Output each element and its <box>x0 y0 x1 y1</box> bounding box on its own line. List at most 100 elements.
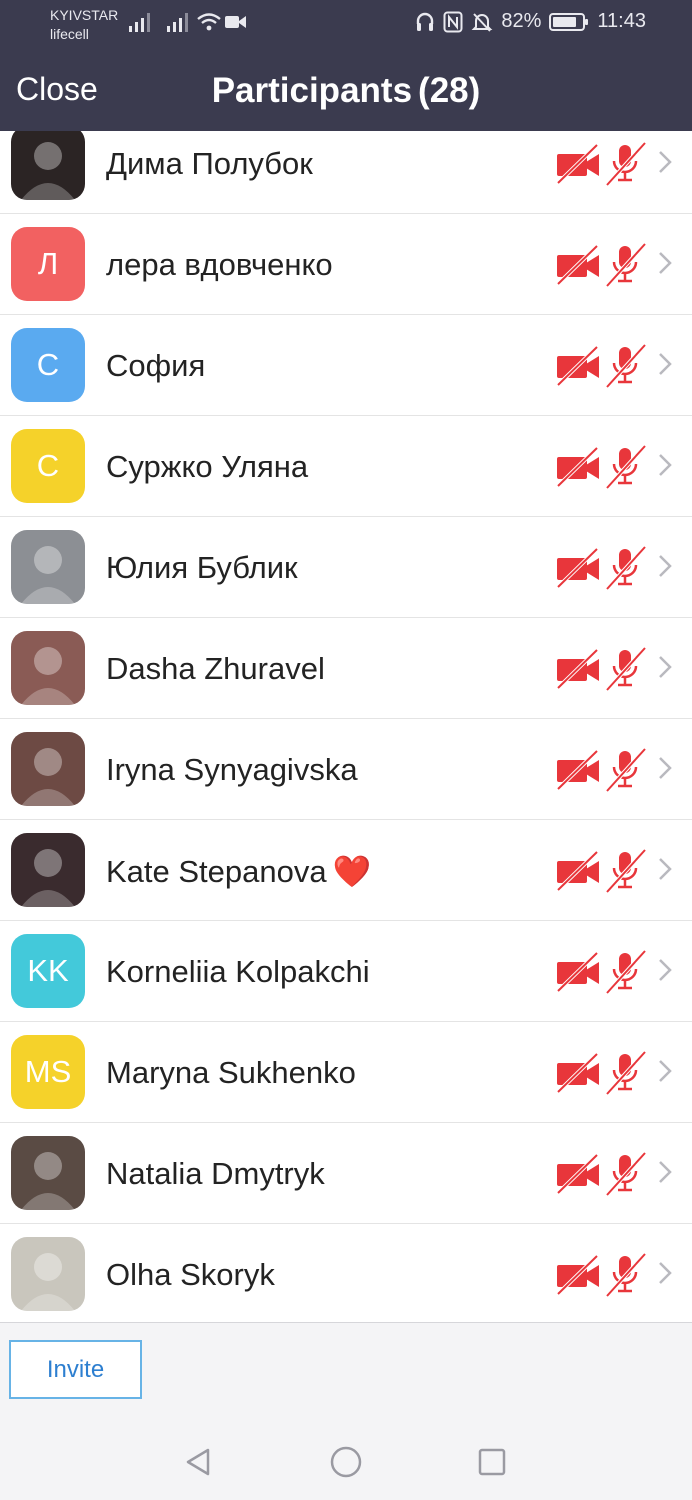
avatar-initials-text: Л <box>37 246 59 281</box>
video-off-icon <box>556 1153 599 1195</box>
participant-name: Суржко Уляна <box>106 449 308 485</box>
participant-name-text: Kate Stepanova <box>106 854 327 889</box>
chevron-right-icon[interactable] <box>657 1260 673 1291</box>
participant-name-text: Maryna Sukhenko <box>106 1055 356 1090</box>
avatar-photo <box>11 1136 85 1210</box>
avatar-photo <box>11 131 85 200</box>
bell-off-icon <box>471 12 493 32</box>
participant-name-text: Дима Полубок <box>106 146 313 181</box>
chevron-right-icon[interactable] <box>657 755 673 786</box>
participant-row[interactable]: Юлия Бублик <box>0 517 692 618</box>
avatar-photo <box>11 732 85 806</box>
participant-row[interactable]: С Суржко Уляна <box>0 416 692 517</box>
chevron-right-icon[interactable] <box>657 654 673 685</box>
carrier-name-1: KYIVSTAR <box>50 7 119 23</box>
video-off-icon <box>556 1254 599 1296</box>
participant-row[interactable]: Iryna Synyagivska <box>0 719 692 820</box>
avatar-initials-text: MS <box>24 1054 72 1089</box>
home-icon[interactable] <box>328 1444 364 1480</box>
participant-row[interactable]: Olha Skoryk <box>0 1224 692 1322</box>
participant-name: Kate Stepanova ❤️ <box>106 853 371 890</box>
back-icon[interactable] <box>180 1444 216 1480</box>
participant-name: Dasha Zhuravel <box>106 651 325 687</box>
chevron-right-icon[interactable] <box>657 553 673 584</box>
avatar-photo <box>11 530 85 604</box>
carrier-info: KYIVSTAR lifecell <box>50 6 118 44</box>
video-off-icon <box>556 1052 599 1094</box>
page-title: Participants (28) <box>0 71 692 111</box>
mic-off-icon <box>605 949 647 995</box>
battery-fill <box>553 16 577 27</box>
chevron-right-icon[interactable] <box>657 452 673 483</box>
mic-off-icon <box>605 545 647 591</box>
nfc-icon <box>443 11 463 32</box>
title-text: Participants <box>211 71 413 110</box>
wifi-icon <box>197 13 221 31</box>
avatar-initials: Л <box>11 227 85 301</box>
participant-name-text: Юлия Бублик <box>106 550 298 585</box>
participant-name: Юлия Бублик <box>106 550 298 586</box>
battery-percent: 82% <box>501 10 542 32</box>
mic-off-icon <box>605 444 647 490</box>
participant-name: Maryna Sukhenko <box>106 1055 356 1091</box>
participant-name: Natalia Dmytryk <box>106 1156 325 1192</box>
participant-row[interactable]: MS Maryna Sukhenko <box>0 1022 692 1123</box>
avatar-initials-text: KK <box>27 953 69 988</box>
mic-off-icon <box>605 1050 647 1096</box>
participant-name-text: Dasha Zhuravel <box>106 651 325 686</box>
avatar-photo <box>11 833 85 907</box>
video-off-icon <box>556 749 599 791</box>
mic-off-icon <box>605 1252 647 1298</box>
mic-off-icon <box>605 141 647 187</box>
mic-off-icon <box>605 242 647 288</box>
headphones-icon <box>417 12 434 31</box>
mic-off-icon <box>605 646 647 692</box>
video-icon <box>225 16 246 28</box>
chevron-right-icon[interactable] <box>657 1058 673 1089</box>
participants-header: Close Participants (28) <box>0 52 692 131</box>
footer-bar: Invite <box>0 1322 692 1422</box>
mic-off-icon <box>605 1151 647 1197</box>
participant-name: Iryna Synyagivska <box>106 752 358 788</box>
participant-row[interactable]: Ллера вдовченко <box>0 214 692 315</box>
chevron-right-icon[interactable] <box>657 149 673 180</box>
chevron-right-icon[interactable] <box>657 1159 673 1190</box>
participant-name-text: Суржко Уляна <box>106 449 309 484</box>
participant-name: Дима Полубок <box>106 146 313 182</box>
avatar-photo <box>11 1237 85 1311</box>
status-time: 11:43 <box>597 10 646 32</box>
participant-name-text: Olha Skoryk <box>106 1257 275 1292</box>
avatar-initials: MS <box>11 1035 85 1109</box>
video-off-icon <box>556 648 599 690</box>
participant-row[interactable]: Natalia Dmytryk <box>0 1123 692 1224</box>
participant-name: Olha Skoryk <box>106 1257 275 1293</box>
participant-row[interactable]: KK Korneliia Kolpakchi <box>0 921 692 1022</box>
participant-count: (28) <box>418 71 481 110</box>
status-right: 82% 11:43 <box>415 10 646 33</box>
chevron-right-icon[interactable] <box>657 856 673 887</box>
signal-icon <box>129 13 150 32</box>
video-off-icon <box>556 143 599 185</box>
chevron-right-icon[interactable] <box>657 957 673 988</box>
chevron-right-icon[interactable] <box>657 351 673 382</box>
invite-button[interactable]: Invite <box>9 1340 142 1399</box>
participant-row[interactable]: Дима Полубок <box>0 131 692 214</box>
avatar-initials: С <box>11 328 85 402</box>
participant-name-text: София <box>106 348 206 383</box>
participant-name-text: Iryna Synyagivska <box>106 752 358 787</box>
status-bar: KYIVSTAR lifecell 82% 11:43 <box>0 0 692 52</box>
recents-icon[interactable] <box>474 1444 510 1480</box>
mic-off-icon <box>605 747 647 793</box>
participant-name: Korneliia Kolpakchi <box>106 954 370 990</box>
chevron-right-icon[interactable] <box>657 250 673 281</box>
participant-list[interactable]: Дима Полубок Ллера вдовченко С София С Суржко… <box>0 131 692 1322</box>
participant-row[interactable]: Dasha Zhuravel <box>0 618 692 719</box>
avatar-initials-text: С <box>36 347 60 382</box>
participant-name: лера вдовченко <box>106 247 333 283</box>
signal-icon <box>167 13 188 32</box>
avatar-initials: KK <box>11 934 85 1008</box>
participant-name-text: Natalia Dmytryk <box>106 1156 325 1191</box>
battery-icon <box>549 12 589 31</box>
participant-row[interactable]: С София <box>0 315 692 416</box>
participant-row[interactable]: Kate Stepanova ❤️ <box>0 820 692 921</box>
